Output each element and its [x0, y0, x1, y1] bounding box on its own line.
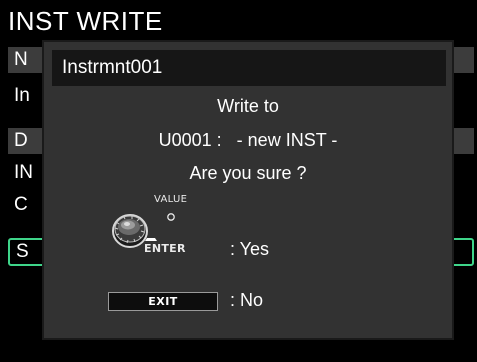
value-knob-control[interactable]: VALUE ENTER [110, 194, 210, 266]
yes-option-label: : Yes [230, 239, 270, 259]
message-write-to: Write to [217, 96, 279, 116]
message-destination: U0001 : - new INST - [158, 130, 338, 150]
enter-label: ENTER [144, 242, 186, 255]
enter-button-icon [145, 238, 157, 241]
no-option-label: : No [230, 290, 264, 310]
exit-button[interactable]: EXIT [108, 292, 218, 311]
message-confirm: Are you sure ? [189, 163, 307, 183]
confirm-dialog: Instrmnt001 Write to U0001 : - new INST … [42, 40, 454, 340]
screen-title: INST WRITE [8, 6, 163, 36]
dialog-title: Instrmnt001 [52, 50, 446, 86]
value-knob-icon[interactable] [110, 194, 210, 266]
